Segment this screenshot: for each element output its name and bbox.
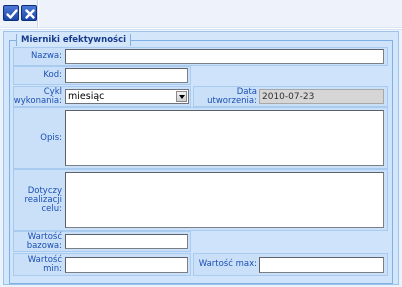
- fieldset-legend: Mierniki efektywności: [16, 34, 132, 46]
- close-icon: [25, 9, 35, 19]
- toolbar-separator: [37, 0, 39, 28]
- min-label: Wartość min:: [27, 254, 62, 274]
- wartosc-max-input[interactable]: [259, 257, 384, 273]
- opis-textarea[interactable]: [65, 110, 384, 166]
- nazwa-input[interactable]: [65, 49, 384, 64]
- save-button[interactable]: [3, 5, 19, 21]
- dotyczy-textarea[interactable]: [65, 172, 384, 228]
- toolbar: [0, 0, 402, 28]
- data-utworzenia-field: 2010-07-23: [259, 89, 384, 104]
- max-label: Wartość max:: [198, 259, 257, 269]
- wartosc-bazowa-input[interactable]: [65, 234, 188, 249]
- cykl-label: Cykl wykonania:: [13, 86, 63, 106]
- data-label: Data utworzenia:: [207, 86, 257, 106]
- cykl-select-value: miesiąc: [68, 91, 105, 102]
- cancel-button[interactable]: [21, 5, 37, 21]
- chevron-down-icon[interactable]: [176, 91, 187, 102]
- wartosc-min-input[interactable]: [65, 257, 188, 273]
- opis-label: Opis:: [40, 132, 62, 143]
- kod-input[interactable]: [65, 68, 188, 83]
- kod-label: Kod:: [43, 70, 62, 80]
- checkmark-icon: [6, 9, 18, 19]
- bazowa-label: Wartość bazowa:: [26, 231, 62, 251]
- cykl-select[interactable]: miesiąc: [65, 89, 189, 104]
- dotyczy-label: Dotyczy realizacji celu:: [24, 185, 62, 214]
- nazwa-label: Nazwa:: [30, 51, 62, 61]
